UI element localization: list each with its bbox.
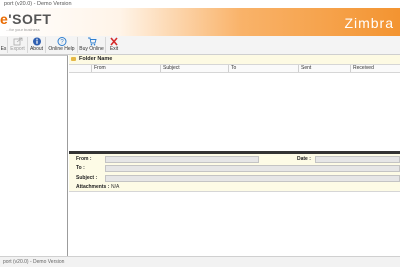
subject-field: [105, 175, 400, 182]
close-icon: [110, 37, 118, 46]
date-label: Date :: [297, 156, 311, 162]
cart-icon: [87, 37, 97, 46]
company-logo: e'SOFT: [0, 11, 51, 27]
export-button[interactable]: Export: [8, 37, 28, 53]
from-field: [105, 156, 259, 163]
to-field: [105, 165, 400, 172]
folder-name: Folder Name: [79, 56, 113, 62]
from-label: From :: [76, 156, 92, 162]
date-field: [315, 156, 400, 163]
partial-button[interactable]: Es: [0, 37, 8, 53]
column-header-from[interactable]: From: [91, 65, 160, 72]
column-header-received[interactable]: Received: [350, 65, 400, 72]
exit-button[interactable]: Exit: [106, 37, 122, 53]
info-icon: [32, 37, 41, 46]
tagline: ...for your business: [6, 27, 40, 32]
export-icon: [13, 37, 22, 46]
subject-label: Subject :: [76, 175, 98, 181]
folder-icon: [71, 57, 76, 61]
message-preview[interactable]: [69, 192, 400, 256]
column-header-subject[interactable]: Subject: [160, 65, 228, 72]
about-button[interactable]: About: [28, 37, 46, 53]
column-header-row: From Subject To Sent Received: [69, 65, 400, 73]
to-label: To :: [76, 165, 85, 171]
message-list[interactable]: [69, 73, 400, 151]
online-help-button[interactable]: ? Online Help: [46, 37, 78, 53]
column-header-flag[interactable]: [69, 65, 91, 72]
product-name: Zimbra: [344, 15, 394, 31]
toolbar: Es Export About ? Online Help Buy Online: [0, 36, 400, 55]
folder-tree-pane[interactable]: [0, 55, 68, 256]
column-header-sent[interactable]: Sent: [298, 65, 350, 72]
column-header-to[interactable]: To: [228, 65, 298, 72]
logo-text: e'SOFT: [0, 11, 52, 27]
folder-header: Folder Name: [69, 55, 400, 65]
brand-banner: e'SOFT ...for your business Zimbra: [0, 8, 400, 36]
partial-icon: [0, 37, 7, 46]
window-title: port (v20.0) - Demo Version: [4, 1, 72, 7]
message-details: From : Date : To : Subject : Attachments…: [69, 154, 400, 192]
attachments-value: N/A: [111, 184, 120, 190]
title-bar: port (v20.0) - Demo Version: [0, 0, 400, 8]
help-icon: ?: [57, 37, 66, 46]
mail-view-pane: Folder Name From Subject To Sent Receive…: [69, 55, 400, 256]
attachments-label: Attachments :: [76, 184, 110, 190]
status-bar: port (v20.0) - Demo Version: [0, 256, 400, 267]
buy-online-button[interactable]: Buy Online: [78, 37, 106, 53]
